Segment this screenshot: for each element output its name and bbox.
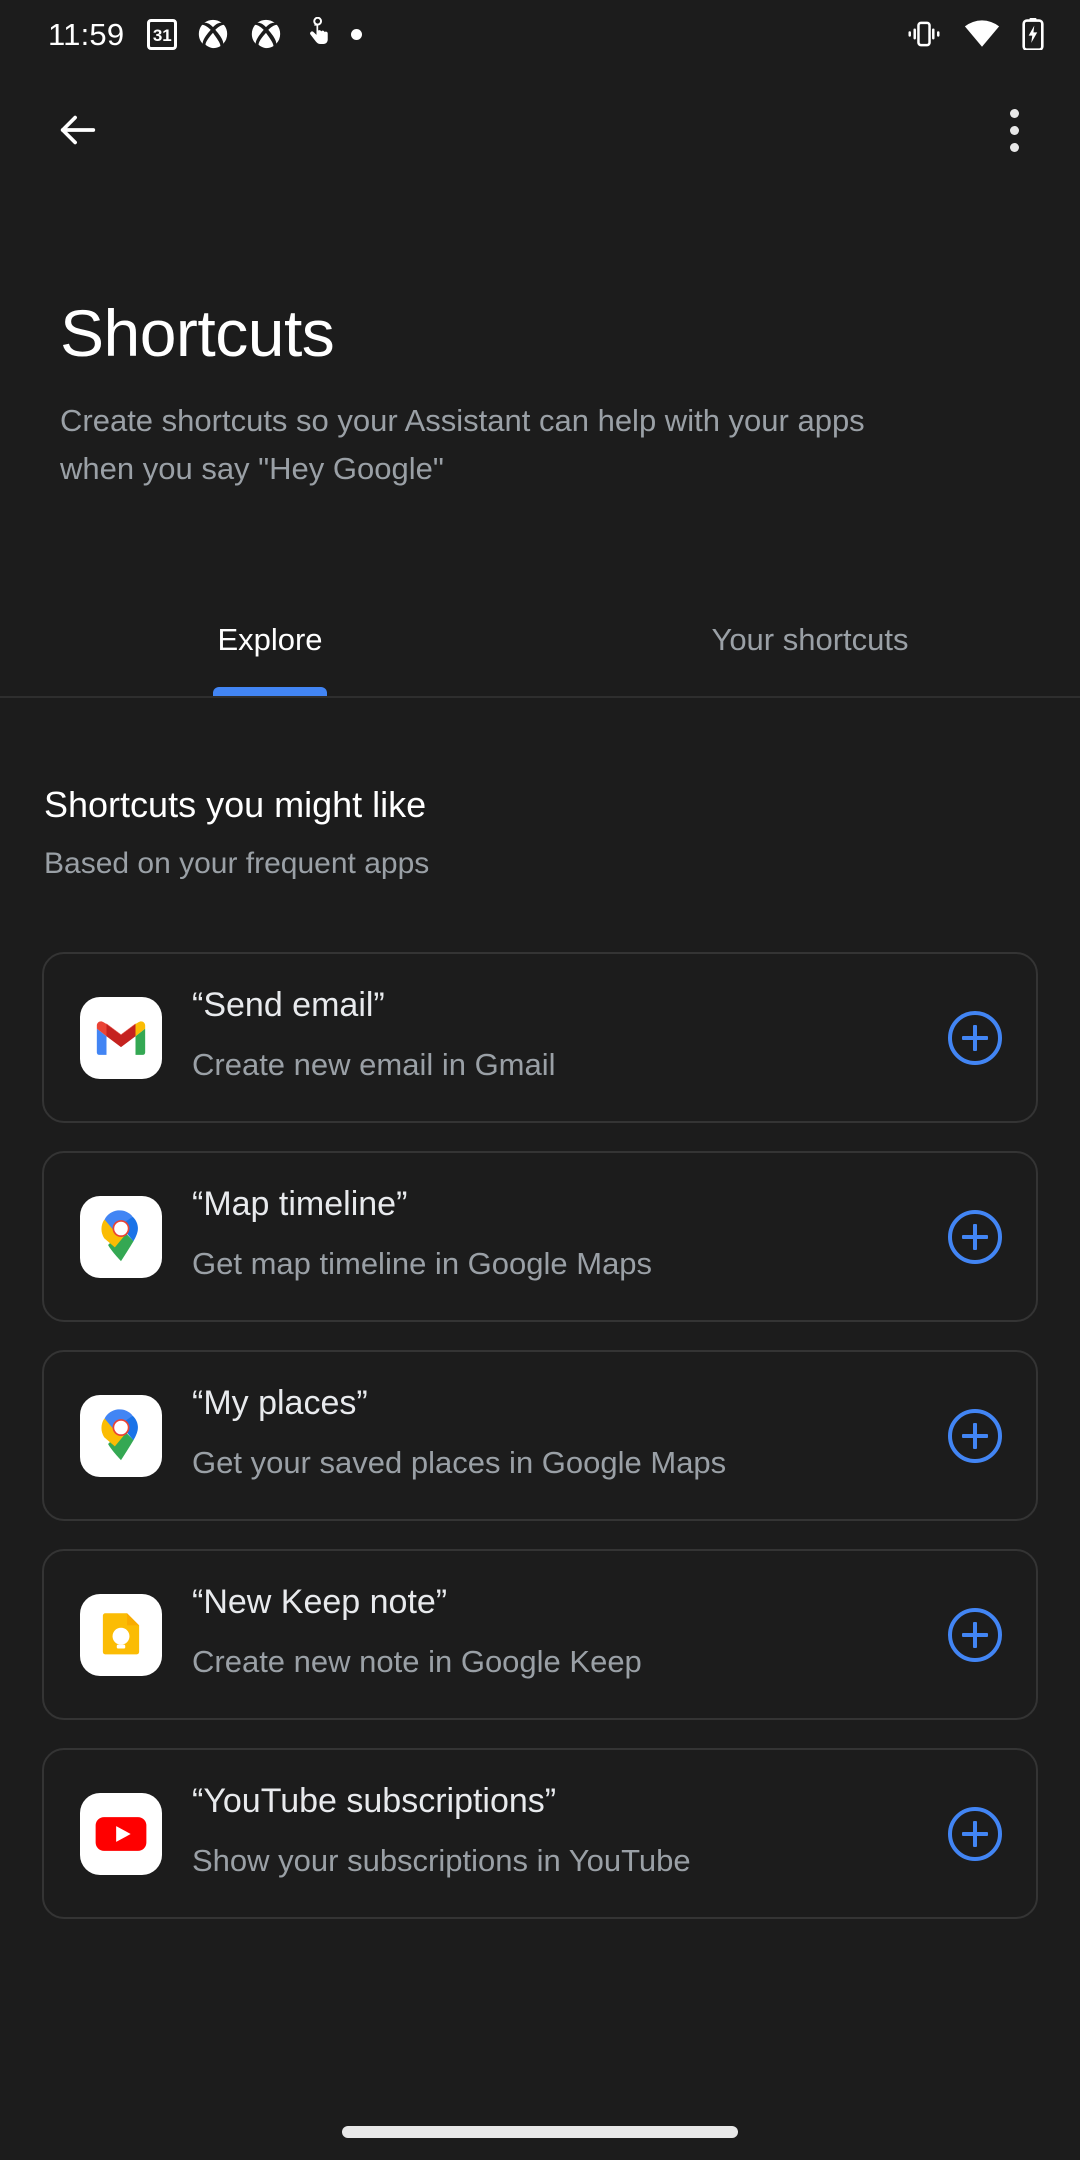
xbox-icon	[199, 19, 228, 49]
battery-charging-icon	[1022, 18, 1044, 50]
app-icon-container	[80, 1792, 162, 1875]
app-icon-container	[80, 1195, 162, 1278]
xbox-icon	[252, 19, 281, 49]
shortcut-title: “Send email”	[192, 986, 385, 1024]
app-icon-container	[80, 1593, 162, 1676]
youtube-icon	[95, 1817, 147, 1851]
shortcut-subtitle: Create new email in Gmail	[192, 1047, 556, 1083]
home-gesture-pill[interactable]	[342, 2126, 738, 2138]
more-vertical-icon-dot	[1009, 108, 1019, 118]
shortcut-title: “My places”	[192, 1384, 368, 1423]
more-vertical-icon-dot	[1009, 125, 1019, 135]
page-title: Shortcuts	[60, 296, 335, 370]
shortcut-text: “New Keep note” Create new note in Googl…	[192, 1583, 948, 1686]
google-maps-icon	[101, 1209, 138, 1261]
tab-explore-label: Explore	[217, 622, 323, 657]
shortcut-text: “Send email” Create new email in Gmail	[192, 986, 948, 1089]
tab-your-shortcuts[interactable]: Your shortcuts	[540, 600, 1080, 696]
add-shortcut-button[interactable]	[948, 1010, 1002, 1065]
shortcut-subtitle: Get map timeline in Google Maps	[192, 1246, 653, 1282]
shortcut-card[interactable]: “My places” Get your saved places in Goo…	[42, 1350, 1038, 1522]
shortcut-subtitle: Create new note in Google Keep	[192, 1644, 642, 1680]
tab-explore[interactable]: Explore	[0, 600, 540, 696]
add-shortcut-button[interactable]	[948, 1209, 1002, 1264]
tab-your-shortcuts-label: Your shortcuts	[711, 622, 909, 657]
arrow-back-icon	[60, 115, 96, 145]
status-bar: 11:59 31	[0, 0, 1080, 68]
add-shortcut-button[interactable]	[948, 1607, 1002, 1662]
system-navigation-bar	[0, 2096, 1080, 2160]
more-vertical-icon-dot	[1009, 142, 1019, 152]
notification-dot-icon	[351, 28, 363, 40]
vibrate-icon	[908, 21, 940, 47]
back-button[interactable]	[38, 90, 118, 170]
status-bar-right	[906, 18, 1044, 50]
calendar-icon: 31	[147, 18, 178, 50]
calendar-icon-day: 31	[152, 25, 172, 45]
header-block: Shortcuts Create shortcuts so your Assis…	[60, 300, 960, 493]
app-icon-container	[80, 1394, 162, 1477]
shortcut-text: “YouTube subscriptions” Show your subscr…	[192, 1782, 948, 1885]
app-icon-container	[80, 996, 162, 1079]
tab-bar: Explore Your shortcuts	[0, 600, 1080, 696]
app-bar	[0, 68, 1080, 193]
google-keep-icon	[102, 1613, 140, 1655]
overflow-menu-button[interactable]	[974, 90, 1054, 170]
gmail-icon	[96, 1020, 146, 1055]
shortcut-subtitle: Show your subscriptions in YouTube	[192, 1843, 691, 1879]
tab-selected-indicator	[213, 687, 327, 696]
shortcut-title: “Map timeline”	[192, 1185, 408, 1224]
section-title: Shortcuts you might like	[44, 784, 427, 825]
wifi-icon	[964, 20, 1000, 47]
shortcut-card[interactable]: “Map timeline” Get map timeline in Googl…	[42, 1151, 1038, 1323]
shortcut-card[interactable]: “New Keep note” Create new note in Googl…	[42, 1549, 1038, 1721]
tab-divider	[0, 696, 1080, 698]
shortcut-text: “My places” Get your saved places in Goo…	[192, 1384, 948, 1487]
google-maps-icon	[101, 1409, 138, 1460]
shortcut-text: “Map timeline” Get map timeline in Googl…	[192, 1185, 948, 1288]
shortcut-card-list: “Send email” Create new email in Gmail “…	[42, 952, 1038, 1947]
status-bar-left: 11:59 31	[48, 17, 906, 51]
shortcut-card[interactable]: “Send email” Create new email in Gmail	[42, 952, 1038, 1124]
section-subtitle: Based on your frequent apps	[44, 846, 430, 880]
status-clock: 11:59	[48, 16, 125, 52]
add-shortcut-button[interactable]	[948, 1806, 1002, 1861]
shortcuts-screen: 11:59 31 Shortcuts Create shortcuts so y…	[0, 0, 1080, 2160]
shortcut-card[interactable]: “YouTube subscriptions” Show your subscr…	[42, 1748, 1038, 1920]
add-shortcut-button[interactable]	[948, 1408, 1002, 1463]
shortcut-subtitle: Get your saved places in Google Maps	[192, 1445, 727, 1481]
page-description: Create shortcuts so your Assistant can h…	[60, 403, 865, 486]
section-header: Shortcuts you might like Based on your f…	[44, 785, 1044, 880]
shortcut-title: “YouTube subscriptions”	[192, 1782, 557, 1821]
shortcut-title: “New Keep note”	[192, 1583, 448, 1622]
touch-gesture-icon	[310, 17, 329, 44]
